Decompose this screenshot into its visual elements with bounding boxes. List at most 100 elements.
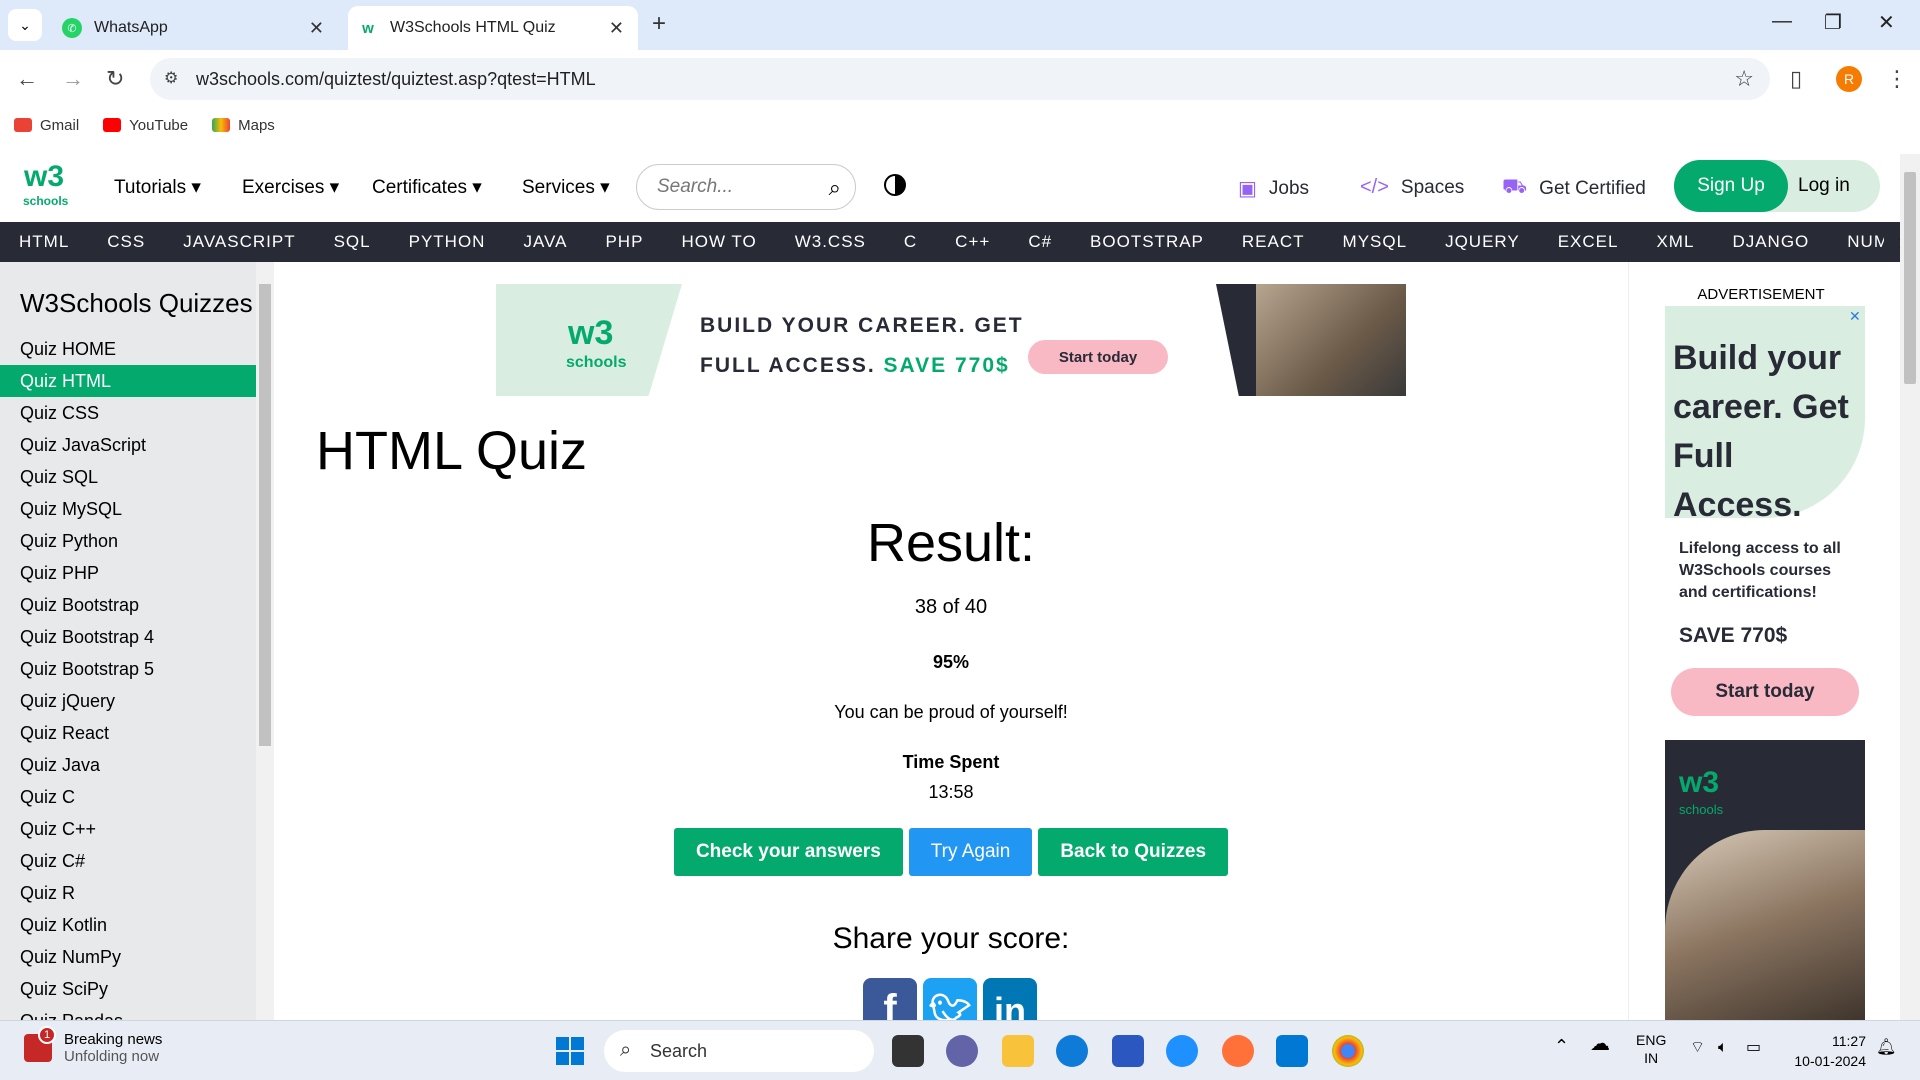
- w3schools-logo[interactable]: w3 schools: [20, 160, 72, 208]
- store-icon[interactable]: [1112, 1035, 1144, 1067]
- topnav-item[interactable]: HTML: [0, 232, 88, 252]
- topnav-item[interactable]: C: [885, 232, 936, 252]
- side-panel-icon[interactable]: ▯: [1790, 66, 1802, 92]
- sidebar-item[interactable]: Quiz R: [0, 877, 256, 909]
- sidebar-item[interactable]: Quiz Pandas: [0, 1005, 256, 1020]
- restore-icon[interactable]: ❐: [1824, 10, 1842, 35]
- sidebar-item[interactable]: Quiz HTML: [0, 365, 256, 397]
- topnav-item[interactable]: HOW TO: [662, 232, 775, 252]
- sidebar-item[interactable]: Quiz Java: [0, 749, 256, 781]
- log-in-button[interactable]: Log in: [1798, 160, 1850, 212]
- close-window-icon[interactable]: ✕: [1878, 10, 1895, 35]
- wifi-icon[interactable]: ⌔: [1690, 1039, 1705, 1057]
- volume-icon[interactable]: 🔈︎: [1718, 1039, 1728, 1057]
- sidebar-item[interactable]: Quiz C++: [0, 813, 256, 845]
- topnav-item[interactable]: C#: [1009, 232, 1071, 252]
- sidebar-item[interactable]: Quiz NumPy: [0, 941, 256, 973]
- notifications-bell-icon[interactable]: 🔔︎: [1876, 1039, 1896, 1057]
- topnav-item[interactable]: PYTHON: [390, 232, 505, 252]
- sidebar-item[interactable]: Quiz SciPy: [0, 973, 256, 1005]
- sidebar-item[interactable]: Quiz Bootstrap 4: [0, 621, 256, 653]
- sidebar-item[interactable]: Quiz Bootstrap 5: [0, 653, 256, 685]
- sidebar-item[interactable]: Quiz Bootstrap: [0, 589, 256, 621]
- bookmark-maps[interactable]: Maps: [212, 117, 275, 134]
- menu-exercises[interactable]: Exercises ▾: [242, 176, 339, 199]
- close-tab-icon[interactable]: ✕: [309, 18, 324, 39]
- topnav-item[interactable]: EXCEL: [1539, 232, 1638, 252]
- sidebar-item[interactable]: Quiz Python: [0, 525, 256, 557]
- sidebar-item[interactable]: Quiz MySQL: [0, 493, 256, 525]
- banner-start-today-button[interactable]: Start today: [1028, 340, 1168, 374]
- site-info-icon[interactable]: ⚙: [164, 68, 178, 88]
- back-icon[interactable]: ←: [16, 66, 38, 92]
- right-ad-start-today-button[interactable]: Start today: [1671, 668, 1859, 716]
- topnav-item[interactable]: JAVASCRIPT: [164, 232, 314, 252]
- page-scroll-thumb[interactable]: [1904, 172, 1916, 384]
- battery-icon[interactable]: ▭: [1746, 1039, 1761, 1057]
- taskbar-search[interactable]: ⌕ Search: [604, 1030, 874, 1072]
- topnav-item[interactable]: CSS: [88, 232, 164, 252]
- reload-icon[interactable]: ↻: [106, 66, 124, 92]
- sidebar-item[interactable]: Quiz JavaScript: [0, 429, 256, 461]
- topnav-item[interactable]: SQL: [315, 232, 390, 252]
- clock[interactable]: 11:27 10-01-2024: [1786, 1031, 1866, 1071]
- topnav-item[interactable]: DJANGO: [1713, 232, 1828, 252]
- edge-icon[interactable]: [1056, 1035, 1088, 1067]
- menu-services[interactable]: Services ▾: [522, 176, 610, 199]
- onedrive-icon[interactable]: ☁: [1590, 1034, 1610, 1054]
- banner-ad[interactable]: w3 schools BUILD YOUR CAREER. GET FULL A…: [496, 284, 1406, 396]
- teams-icon[interactable]: [946, 1035, 978, 1067]
- topnav-item[interactable]: JAVA: [504, 232, 586, 252]
- file-explorer-icon[interactable]: [1002, 1035, 1034, 1067]
- vscode-icon[interactable]: [1276, 1035, 1308, 1067]
- sidebar-item[interactable]: Quiz React: [0, 717, 256, 749]
- menu-dots-icon[interactable]: ⋮: [1886, 66, 1908, 92]
- news-widget[interactable]: 1 Breaking news Unfolding now: [24, 1026, 162, 1065]
- sidebar-item[interactable]: Quiz C: [0, 781, 256, 813]
- get-certified-link[interactable]: ⛟ Get Certified: [1502, 176, 1646, 201]
- profile-avatar[interactable]: R: [1836, 66, 1862, 92]
- show-hidden-icons-icon[interactable]: ⌃: [1554, 1037, 1569, 1055]
- firefox-icon[interactable]: [1222, 1035, 1254, 1067]
- bookmark-gmail[interactable]: Gmail: [14, 117, 79, 134]
- sidebar-item[interactable]: Quiz C#: [0, 845, 256, 877]
- sidebar-item[interactable]: Quiz Kotlin: [0, 909, 256, 941]
- dark-mode-toggle-icon[interactable]: [884, 174, 906, 196]
- language-indicator[interactable]: ENG IN: [1636, 1031, 1666, 1067]
- check-answers-button[interactable]: Check your answers: [673, 828, 903, 876]
- sidebar-item[interactable]: Quiz jQuery: [0, 685, 256, 717]
- sign-up-button[interactable]: Sign Up: [1674, 160, 1788, 212]
- site-search-input[interactable]: Search... ⌕: [636, 164, 856, 210]
- task-view-icon[interactable]: [892, 1035, 924, 1067]
- right-ad[interactable]: Build your career. Get Full Access. ✕ Li…: [1665, 306, 1865, 1022]
- topnav-item[interactable]: W3.CSS: [776, 232, 885, 252]
- ad-close-icon[interactable]: ✕: [1849, 308, 1861, 325]
- sidebar-item[interactable]: Quiz HOME: [0, 333, 256, 365]
- tab-w3schools[interactable]: w W3Schools HTML Quiz ✕: [348, 6, 638, 50]
- tab-search-chevron-icon[interactable]: ⌄: [8, 9, 42, 41]
- topnav-item[interactable]: PHP: [586, 232, 662, 252]
- sidebar-item[interactable]: Quiz CSS: [0, 397, 256, 429]
- page-scrollbar[interactable]: [1900, 154, 1920, 1020]
- forward-icon[interactable]: →: [62, 66, 84, 92]
- topnav-item[interactable]: REACT: [1223, 232, 1324, 252]
- chrome-icon[interactable]: [1332, 1035, 1364, 1067]
- weather-icon[interactable]: [1166, 1035, 1198, 1067]
- spaces-link[interactable]: </> Spaces: [1360, 176, 1464, 199]
- new-tab-icon[interactable]: +: [652, 10, 666, 38]
- sidebar-item[interactable]: Quiz SQL: [0, 461, 256, 493]
- bookmark-youtube[interactable]: YouTube: [103, 117, 188, 134]
- menu-certificates[interactable]: Certificates ▾: [372, 176, 482, 199]
- topnav-item[interactable]: JQUERY: [1426, 232, 1539, 252]
- topnav-item[interactable]: C++: [936, 232, 1009, 252]
- try-again-button[interactable]: Try Again: [908, 828, 1033, 876]
- topnav-item[interactable]: MYSQL: [1324, 232, 1427, 252]
- windows-start-icon[interactable]: [556, 1037, 584, 1065]
- menu-tutorials[interactable]: Tutorials ▾: [114, 176, 201, 199]
- bookmark-star-icon[interactable]: ☆: [1734, 66, 1754, 92]
- address-bar[interactable]: ⚙ w3schools.com/quiztest/quiztest.asp?qt…: [150, 58, 1770, 100]
- minimize-icon[interactable]: —: [1772, 10, 1792, 33]
- topnav-item[interactable]: XML: [1637, 232, 1713, 252]
- sidebar-item[interactable]: Quiz PHP: [0, 557, 256, 589]
- topnav-item[interactable]: BOOTSTRAP: [1071, 232, 1223, 252]
